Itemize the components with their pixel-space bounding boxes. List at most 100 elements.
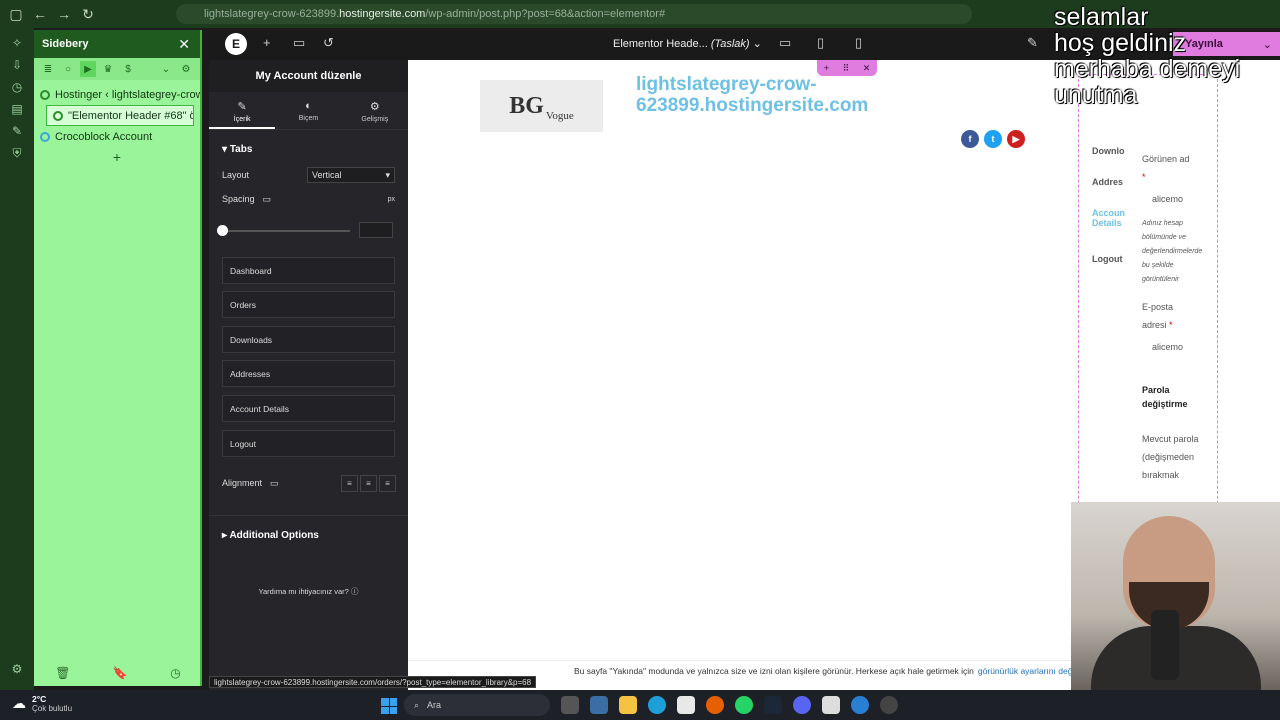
- tab-crocoblock[interactable]: Crocoblock Account: [34, 126, 200, 147]
- settings-icon[interactable]: ⚙: [0, 658, 34, 680]
- account-nav-account-details[interactable]: Accoun Details: [1092, 208, 1125, 228]
- account-item-orders[interactable]: Orders: [222, 291, 395, 318]
- taskbar-search[interactable]: ⌕ Ara: [404, 694, 550, 716]
- display-name-input[interactable]: alicemo: [1152, 194, 1183, 204]
- chevron-down-icon: ⌄: [752, 38, 762, 50]
- chevron-down-icon[interactable]: ⌄: [158, 61, 174, 77]
- url-path: /wp-admin/post.php?post=68&action=elemen…: [425, 8, 666, 20]
- spacing-input[interactable]: [359, 222, 393, 238]
- reload-button[interactable]: ↻: [76, 2, 100, 26]
- whatsapp-icon[interactable]: [735, 696, 753, 714]
- history-icon[interactable]: ◷: [0, 76, 34, 98]
- add-icon[interactable]: +: [263, 35, 271, 50]
- bookmark-icon[interactable]: ▤: [0, 98, 34, 120]
- youtube-icon[interactable]: ▶: [1007, 130, 1025, 148]
- firefox-icon[interactable]: [706, 696, 724, 714]
- gear-icon: ⚙: [369, 101, 380, 113]
- history-icon[interactable]: ↺: [323, 35, 334, 51]
- account-item-downloads[interactable]: Downloads: [222, 326, 395, 353]
- desktop-icon[interactable]: ▭: [779, 35, 791, 51]
- weather-widget[interactable]: ☁ 2°C Çok bulutlu: [12, 694, 72, 713]
- tab-content[interactable]: ✎ İçerik: [209, 92, 276, 129]
- store-icon[interactable]: [677, 696, 695, 714]
- desktop-icon[interactable]: ▭: [270, 478, 279, 489]
- pen-app-icon[interactable]: [822, 696, 840, 714]
- twitter-icon[interactable]: t: [984, 130, 1002, 148]
- play-icon[interactable]: ▶: [80, 61, 96, 77]
- mobile-icon[interactable]: ▯: [855, 35, 862, 51]
- sidebery-toolbar: ≣ ○ ▶ ♛ $ ⌄ ⚙: [34, 58, 200, 80]
- account-item-dashboard[interactable]: Dashboard: [222, 257, 395, 284]
- layout-control: Layout Vertical ▾: [209, 163, 408, 187]
- obs-icon[interactable]: [880, 696, 898, 714]
- section-tabs-toggle[interactable]: ▾ Tabs: [209, 130, 408, 163]
- tablet-icon[interactable]: ▯: [817, 35, 824, 51]
- spacing-unit[interactable]: px: [388, 196, 395, 203]
- spacing-slider-track[interactable]: [222, 230, 350, 232]
- weather-icon: ☁: [12, 695, 26, 711]
- email-input[interactable]: alicemo: [1152, 342, 1183, 352]
- document-title[interactable]: Elementor Heade... (Taslak) ⌄: [613, 37, 762, 50]
- facebook-icon[interactable]: f: [961, 130, 979, 148]
- bookmark-icon[interactable]: 🔖: [113, 666, 128, 680]
- account-nav-logout[interactable]: Logout: [1092, 254, 1123, 264]
- sidebar-toggle-icon[interactable]: ▢: [4, 2, 28, 26]
- list-icon[interactable]: ≣: [40, 61, 56, 77]
- tab-advanced[interactable]: ⚙ Gelişmiş: [342, 92, 408, 129]
- gear-icon[interactable]: ⚙: [178, 61, 194, 77]
- download-icon[interactable]: ⇩: [0, 54, 34, 76]
- address-bar[interactable]: lightslategrey-crow-623899. hostingersite…: [176, 4, 972, 24]
- spacing-slider-handle[interactable]: [217, 225, 228, 236]
- layout-value: Vertical: [312, 170, 342, 180]
- shield-icon[interactable]: ⛨: [0, 142, 34, 164]
- sparkle-icon[interactable]: ✧: [0, 32, 34, 54]
- steam-icon[interactable]: [764, 696, 782, 714]
- align-left-icon[interactable]: ≡: [341, 475, 358, 492]
- crown-icon[interactable]: ♛: [100, 61, 116, 77]
- account-nav-addresses[interactable]: Addres: [1092, 177, 1123, 187]
- dollar-icon[interactable]: $: [120, 61, 136, 77]
- app-icon[interactable]: [851, 696, 869, 714]
- task-view-icon[interactable]: [561, 696, 579, 714]
- tab-favicon-icon: [53, 110, 63, 121]
- tab-label: Hostinger ‹ lightslategrey-crow-6: [55, 88, 200, 101]
- desktop-icon[interactable]: ▭: [263, 194, 272, 205]
- elementor-logo-icon[interactable]: E: [225, 33, 247, 55]
- app-icon[interactable]: [590, 696, 608, 714]
- circle-icon[interactable]: ○: [60, 61, 76, 77]
- section-additional-label: Additional Options: [229, 530, 319, 541]
- back-button[interactable]: ←: [28, 2, 52, 26]
- align-center-icon[interactable]: ≡: [360, 475, 377, 492]
- account-item-addresses[interactable]: Addresses: [222, 360, 395, 387]
- windows-start-icon[interactable]: [381, 698, 397, 714]
- delete-section-icon[interactable]: ✕: [863, 63, 871, 74]
- tab-style[interactable]: ◐ Biçem: [275, 92, 341, 129]
- account-item-logout[interactable]: Logout: [222, 430, 395, 457]
- url-prefix: lightslategrey-crow-623899.: [204, 8, 340, 20]
- add-section-icon[interactable]: +: [824, 63, 829, 73]
- customize-icon[interactable]: ✎: [1027, 35, 1038, 51]
- drag-icon[interactable]: ⠿: [843, 63, 850, 74]
- site-logo[interactable]: BG Vogue: [480, 80, 603, 132]
- section-additional-toggle[interactable]: ▸ Additional Options: [209, 515, 408, 549]
- account-item-account-details[interactable]: Account Details: [222, 395, 395, 422]
- new-tab-button[interactable]: +: [34, 149, 200, 165]
- align-right-icon[interactable]: ≡: [379, 475, 396, 492]
- tab-hostinger[interactable]: Hostinger ‹ lightslategrey-crow-6: [34, 84, 200, 105]
- discord-icon[interactable]: [793, 696, 811, 714]
- sidebery-icon[interactable]: ✎: [0, 120, 34, 142]
- clock-icon[interactable]: ◷: [170, 666, 180, 680]
- edge-icon[interactable]: [648, 696, 666, 714]
- layout-select[interactable]: Vertical ▾: [307, 167, 395, 183]
- help-link[interactable]: Yardıma mı ihtiyacınız var? ⓘ: [209, 586, 408, 597]
- page-settings-icon[interactable]: ▭: [293, 35, 305, 51]
- forward-button[interactable]: →: [52, 2, 76, 26]
- visibility-settings-link[interactable]: görünürlük ayarlarını değ: [978, 666, 1073, 676]
- file-explorer-icon[interactable]: [619, 696, 637, 714]
- close-icon[interactable]: ✕: [178, 36, 190, 53]
- tab-elementor-header[interactable]: "Elementor Header #68" öğesi: [46, 105, 194, 126]
- overlay-line: merhaba demeyi: [1054, 55, 1241, 83]
- trash-icon[interactable]: 🗑: [55, 666, 70, 680]
- account-nav-downloads[interactable]: Downlo: [1092, 146, 1125, 156]
- site-title-link[interactable]: lightslategrey-crow-623899.hostingersite…: [636, 74, 956, 116]
